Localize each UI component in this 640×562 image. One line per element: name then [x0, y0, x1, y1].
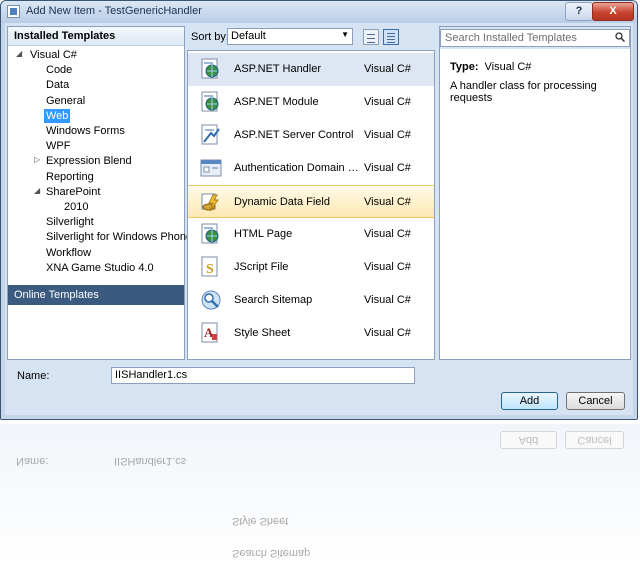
- reflection-cancel-button: Cancel: [565, 431, 624, 449]
- template-name: Dynamic Data Field: [234, 196, 330, 208]
- template-type: Type: Visual C#: [450, 61, 531, 73]
- jscript-file-icon: S: [201, 256, 218, 277]
- template-language: Visual C#: [364, 261, 411, 273]
- template-language: Visual C#: [364, 162, 411, 174]
- reflection-item-search-sitemap: Search Sitemap: [232, 547, 311, 559]
- small-icons-view-icon[interactable]: [363, 29, 379, 45]
- html-page-icon: [201, 223, 219, 244]
- template-name: JScript File: [234, 261, 289, 273]
- tree-item-sharepoint[interactable]: SharePoint: [46, 185, 100, 199]
- reflection-name-value: IISHandler1.cs: [114, 455, 187, 467]
- app-icon: [7, 5, 20, 18]
- template-language: Visual C#: [364, 63, 411, 75]
- domain-service-icon: [200, 159, 222, 177]
- type-value: Visual C#: [484, 61, 532, 73]
- chevron-down-icon: ▼: [341, 30, 349, 39]
- tree-item-expression-blend[interactable]: Expression Blend: [46, 154, 132, 168]
- online-templates-item[interactable]: Online Templates: [8, 285, 184, 305]
- collapsed-arrow-icon[interactable]: ▷: [34, 155, 40, 164]
- reflection-name-label: Name:: [16, 455, 49, 467]
- window-title: Add New Item - TestGenericHandler: [26, 5, 202, 17]
- name-field[interactable]: IISHandler1.cs: [111, 367, 415, 384]
- tree-item-silverlight-for-windows-phone[interactable]: Silverlight for Windows Phone: [46, 230, 192, 244]
- expanded-arrow-icon[interactable]: ◢: [16, 49, 22, 58]
- tree-item-wpf[interactable]: WPF: [46, 139, 70, 153]
- search-icon[interactable]: [615, 32, 625, 42]
- name-value: IISHandler1.cs: [115, 369, 188, 381]
- server-control-icon: [201, 124, 220, 145]
- template-name: ASP.NET Handler: [234, 63, 322, 75]
- aspnet-handler-icon: [201, 58, 219, 79]
- template-row-dynamic-data-field[interactable]: Dynamic Data Field Visual C#: [188, 185, 434, 218]
- template-row-search-sitemap[interactable]: Search Sitemap Visual C#: [188, 284, 434, 317]
- template-row-style-sheet[interactable]: A Style Sheet Visual C#: [188, 317, 434, 350]
- tree-item-general[interactable]: General: [46, 94, 85, 108]
- tree-item-code[interactable]: Code: [46, 63, 72, 77]
- installed-templates-header[interactable]: Installed Templates: [8, 27, 184, 46]
- tree-item-windows-forms[interactable]: Windows Forms: [46, 124, 125, 138]
- reflection-content: Add Cancel Name: IISHandler1.cs Style Sh…: [0, 424, 640, 562]
- tree-item-xna-game-studio-4-0[interactable]: XNA Game Studio 4.0: [46, 261, 154, 275]
- tree-item-data[interactable]: Data: [46, 78, 69, 92]
- reflection-item-style-sheet: Style Sheet: [232, 515, 289, 527]
- expanded-arrow-icon[interactable]: ◢: [34, 186, 40, 195]
- tree-item-web[interactable]: Web: [44, 108, 71, 123]
- svg-text:S: S: [206, 262, 214, 277]
- template-name: ASP.NET Module: [234, 96, 319, 108]
- templates-list-panel: Sort by: Default ▼ ASP.NET Handler Visual…: [187, 26, 437, 360]
- sitemap-icon: [201, 290, 221, 310]
- aspnet-module-icon: [201, 91, 219, 112]
- templates-list: ASP.NET Handler Visual C# ASP.NET Module Vi…: [187, 50, 435, 360]
- tree-item-workflow[interactable]: Workflow: [46, 246, 91, 260]
- add-new-item-dialog: Add New Item - TestGenericHandler ? X In…: [0, 0, 638, 420]
- dynamic-data-icon: [201, 193, 219, 212]
- tree-item-visual-c-[interactable]: Visual C#: [30, 48, 77, 62]
- template-language: Visual C#: [364, 129, 411, 141]
- reflection-add-button: Add: [500, 431, 557, 449]
- title-bar[interactable]: Add New Item - TestGenericHandler ? X: [1, 1, 637, 23]
- close-button[interactable]: X: [592, 2, 634, 21]
- name-label: Name:: [17, 370, 50, 382]
- details-panel: Search Installed Templates Type: Visual C…: [439, 26, 631, 360]
- search-area: Search Installed Templates: [440, 27, 630, 49]
- sort-value: Default: [231, 30, 266, 42]
- tree-item-2010[interactable]: 2010: [64, 200, 88, 214]
- style-sheet-icon: A: [201, 322, 218, 343]
- type-label: Type:: [450, 61, 479, 73]
- templates-tree-panel: Installed Templates ◢ Visual C# Code Data Ge…: [7, 26, 192, 360]
- tree-item-silverlight[interactable]: Silverlight: [46, 215, 94, 229]
- template-row-asp-net-handler[interactable]: ASP.NET Handler Visual C#: [188, 53, 434, 86]
- dialog-body: Installed Templates ◢ Visual C# Code Data Ge…: [5, 23, 633, 415]
- sort-dropdown[interactable]: Default ▼: [227, 28, 353, 45]
- template-description: A handler class for processing requests: [450, 80, 597, 104]
- template-language: Visual C#: [364, 196, 411, 208]
- add-button[interactable]: Add: [501, 392, 558, 410]
- sort-label: Sort by:: [191, 31, 229, 43]
- sort-bar: Sort by: Default ▼: [187, 26, 435, 48]
- template-row-authentication-domain-servi[interactable]: Authentication Domain Servi...Visual C#: [188, 152, 434, 185]
- medium-icons-view-icon[interactable]: [383, 29, 399, 45]
- cancel-button[interactable]: Cancel: [566, 392, 625, 410]
- template-name: Style Sheet: [234, 327, 291, 339]
- tree-item-reporting[interactable]: Reporting: [46, 170, 94, 184]
- help-button[interactable]: ?: [565, 2, 593, 21]
- template-row-html-page[interactable]: HTML Page Visual C#: [188, 218, 434, 251]
- template-row-asp-net-module[interactable]: ASP.NET Module Visual C#: [188, 86, 434, 119]
- template-language: Visual C#: [364, 96, 411, 108]
- search-placeholder: Search Installed Templates: [445, 32, 577, 44]
- template-name: Search Sitemap: [234, 294, 313, 306]
- search-input[interactable]: Search Installed Templates: [440, 29, 630, 47]
- template-language: Visual C#: [364, 294, 411, 306]
- template-row-asp-net-server-control[interactable]: ASP.NET Server Control Visual C#: [188, 119, 434, 152]
- template-name: HTML Page: [234, 228, 293, 240]
- window-reflection: Add Cancel Name: IISHandler1.cs Style Sh…: [0, 424, 640, 562]
- template-category-tree: ◢ Visual C# Code Data General Web Windows Form…: [8, 46, 192, 284]
- template-name: ASP.NET Server Control: [234, 129, 354, 141]
- template-language: Visual C#: [364, 228, 411, 240]
- template-row-jscript-file[interactable]: S JScript File Visual C#: [188, 251, 434, 284]
- template-language: Visual C#: [364, 327, 411, 339]
- template-name: Authentication Domain Servi...: [234, 162, 362, 174]
